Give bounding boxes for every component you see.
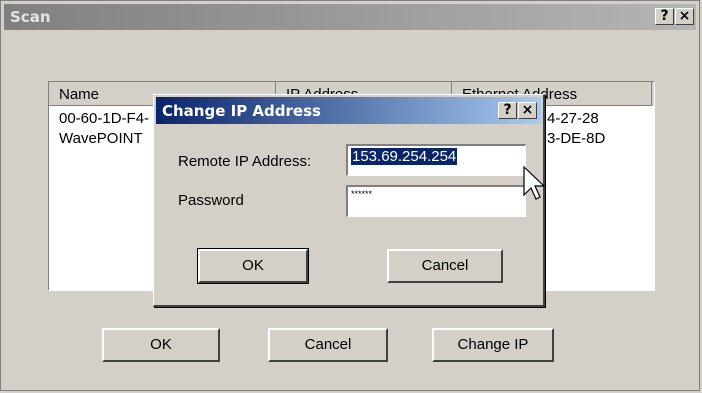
scan-window-title: Scan <box>10 8 51 26</box>
scan-titlebar[interactable]: Scan ? × <box>4 4 696 30</box>
list-item-name[interactable]: 00-60-1D-F4- <box>59 110 149 127</box>
password-label: Password <box>178 192 244 209</box>
dialog-ok-button[interactable]: OK <box>197 248 309 284</box>
list-item-name[interactable]: WavePOINT <box>59 130 143 147</box>
cancel-button[interactable]: Cancel <box>268 328 388 362</box>
dialog-title: Change IP Address <box>162 102 321 120</box>
dialog-help-button[interactable]: ? <box>498 102 517 119</box>
mouse-pointer-icon <box>523 165 546 200</box>
remote-ip-value: 153.69.254.254 <box>351 148 458 165</box>
list-item-ethernet[interactable]: 3-DE-8D <box>547 130 605 147</box>
remote-ip-input[interactable]: 153.69.254.254 <box>346 144 526 176</box>
ok-button[interactable]: OK <box>102 328 220 362</box>
password-input[interactable]: ****** <box>346 185 526 217</box>
password-value: ****** <box>351 189 373 199</box>
dialog-cancel-button[interactable]: Cancel <box>387 249 503 283</box>
list-item-ethernet[interactable]: 4-27-28 <box>547 110 599 127</box>
scan-close-button[interactable]: × <box>675 8 694 25</box>
change-ip-button[interactable]: Change IP <box>432 328 554 362</box>
dialog-titlebar[interactable]: Change IP Address ? × <box>156 97 541 124</box>
dialog-close-button[interactable]: × <box>518 102 537 119</box>
change-ip-dialog: Change IP Address ? × Remote IP Address:… <box>153 94 545 307</box>
remote-ip-label: Remote IP Address: <box>178 153 312 170</box>
scan-help-button[interactable]: ? <box>655 8 674 25</box>
